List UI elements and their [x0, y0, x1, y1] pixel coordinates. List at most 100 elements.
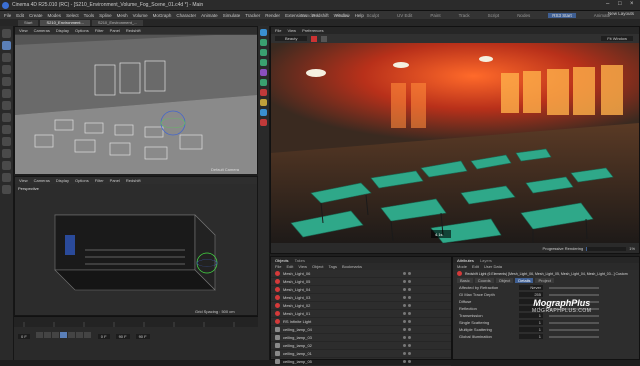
menu-file[interactable]: File — [4, 13, 11, 18]
menu-filter[interactable]: Filter — [95, 28, 104, 33]
layout-standard[interactable]: Standard — [300, 13, 318, 18]
move-icon[interactable] — [2, 41, 11, 50]
redshift-render-view[interactable]: File View Preferences Beauty Fit Window — [270, 26, 640, 254]
texture-mode-icon[interactable] — [2, 137, 11, 146]
tab-attributes[interactable]: Attributes — [457, 258, 474, 263]
object-row[interactable]: Mesh_Light_04 — [271, 286, 451, 294]
go-start-button[interactable] — [35, 332, 43, 338]
object-row[interactable]: Mesh_Light_06 — [271, 270, 451, 278]
layout-script[interactable]: Script — [488, 13, 500, 18]
object-row[interactable]: ceiling_lamp_05 — [271, 358, 451, 366]
attribute-value[interactable]: 1 — [519, 327, 543, 332]
object-name[interactable]: Mesh_Light_06 — [283, 271, 310, 276]
menu-tracker[interactable]: Tracker — [245, 13, 260, 18]
visibility-toggles[interactable] — [403, 288, 411, 291]
light-icon[interactable] — [260, 99, 267, 106]
scale-icon[interactable] — [2, 53, 11, 62]
workplane-icon[interactable] — [2, 173, 11, 182]
object-name[interactable]: Mesh_Light_04 — [283, 287, 310, 292]
new-layouts-button[interactable]: New Layouts — [608, 11, 634, 16]
attribute-slider[interactable] — [549, 335, 599, 338]
object-name[interactable]: ceiling_lamp_01 — [283, 351, 312, 356]
floor-icon[interactable] — [260, 109, 267, 116]
object-name[interactable]: Mesh_Light_03 — [283, 295, 310, 300]
attribute-slider[interactable] — [549, 328, 599, 331]
menu-preferences[interactable]: Preferences — [302, 28, 324, 33]
subdivision-icon[interactable] — [260, 49, 267, 56]
object-row[interactable]: Mesh_Light_03 — [271, 294, 451, 302]
polygons-mode-icon[interactable] — [2, 113, 11, 122]
object-name[interactable]: ceiling_lamp_03 — [283, 335, 312, 340]
visibility-toggles[interactable] — [403, 280, 411, 283]
minimize-button[interactable]: – — [606, 1, 609, 7]
go-end-button[interactable] — [83, 332, 91, 338]
lock-icon[interactable] — [2, 185, 11, 194]
menu-view[interactable]: View — [19, 28, 28, 33]
menu-user-data[interactable]: User Data — [484, 264, 502, 269]
menu-view[interactable]: View — [298, 264, 307, 269]
menu-mograph[interactable]: MoGraph — [153, 13, 172, 18]
menu-mode[interactable]: Mode — [457, 264, 467, 269]
attribute-slider[interactable] — [549, 286, 599, 289]
visibility-toggles[interactable] — [403, 296, 411, 299]
object-name[interactable]: Mesh_Light_01 — [283, 311, 310, 316]
attribute-slider[interactable] — [549, 314, 599, 317]
menu-view[interactable]: View — [19, 178, 28, 183]
viewport-bottom[interactable]: View Cameras Display Options Filter Pane… — [14, 176, 258, 316]
menu-options[interactable]: Options — [75, 178, 89, 183]
end-frame-2[interactable]: 90 F — [135, 333, 150, 339]
attribute-value[interactable]: 1 — [519, 334, 543, 339]
menu-redshift[interactable]: Redshift — [126, 178, 141, 183]
layout-paint[interactable]: Paint — [430, 13, 440, 18]
menu-object[interactable]: Object — [312, 264, 324, 269]
model-mode-icon[interactable] — [2, 125, 11, 134]
menu-modes[interactable]: Modes — [48, 13, 62, 18]
object-row[interactable]: ceiling_lamp_01 — [271, 350, 451, 358]
layout-model[interactable]: Model — [336, 13, 348, 18]
menu-select[interactable]: Select — [66, 13, 79, 18]
layout-nodes[interactable]: Nodes — [517, 13, 530, 18]
timeline-ruler[interactable] — [14, 317, 258, 327]
field-icon[interactable] — [260, 79, 267, 86]
object-name[interactable]: ceiling_lamp_04 — [283, 327, 312, 332]
rotate-icon[interactable] — [2, 65, 11, 74]
menu-cameras[interactable]: Cameras — [34, 178, 50, 183]
tab-objects[interactable]: Objects — [275, 258, 289, 263]
play-button[interactable] — [59, 332, 67, 338]
visibility-toggles[interactable] — [403, 304, 411, 307]
menu-file[interactable]: File — [275, 264, 281, 269]
subtab-basic[interactable]: Basic — [457, 278, 473, 283]
menu-edit[interactable]: Edit — [472, 264, 479, 269]
menu-display[interactable]: Display — [56, 178, 69, 183]
cloner-icon[interactable] — [260, 59, 267, 66]
object-name[interactable]: ceiling_lamp_02 — [283, 343, 312, 348]
prev-frame-button[interactable] — [51, 332, 59, 338]
undo-icon[interactable] — [2, 29, 11, 38]
menu-edit[interactable]: Edit — [16, 13, 24, 18]
visibility-toggles[interactable] — [403, 320, 411, 323]
end-frame[interactable]: 90 F — [115, 333, 130, 339]
redshift-icon[interactable] — [260, 119, 267, 126]
layout-track[interactable]: Track — [459, 13, 470, 18]
menu-file[interactable]: File — [275, 28, 281, 33]
attribute-value[interactable]: 255 — [519, 292, 543, 297]
object-row[interactable]: ceiling_lamp_02 — [271, 342, 451, 350]
next-frame-button[interactable] — [67, 332, 75, 338]
layout-uv-edit[interactable]: UV Edit — [397, 13, 412, 18]
pen-icon[interactable] — [260, 39, 267, 46]
menu-display[interactable]: Display — [56, 28, 69, 33]
menu-render[interactable]: Render — [265, 13, 280, 18]
object-name[interactable]: Mesh_Light_05 — [283, 279, 310, 284]
visibility-toggles[interactable] — [403, 328, 411, 331]
menu-bookmarks[interactable]: Bookmarks — [342, 264, 362, 269]
object-row[interactable]: Mesh_Light_02 — [271, 302, 451, 310]
menu-volume[interactable]: Volume — [133, 13, 148, 18]
prev-key-button[interactable] — [43, 332, 51, 338]
viewport-top[interactable]: View Cameras Display Options Filter Pane… — [14, 26, 258, 174]
object-row[interactable]: Mesh_Light_01 — [271, 310, 451, 318]
object-row[interactable]: ceiling_lamp_03 — [271, 334, 451, 342]
object-row[interactable]: ceiling_lamp_04 — [271, 326, 451, 334]
snap-icon[interactable] — [2, 149, 11, 158]
tab-takes[interactable]: Takes — [295, 258, 305, 263]
menu-character[interactable]: Character — [176, 13, 196, 18]
